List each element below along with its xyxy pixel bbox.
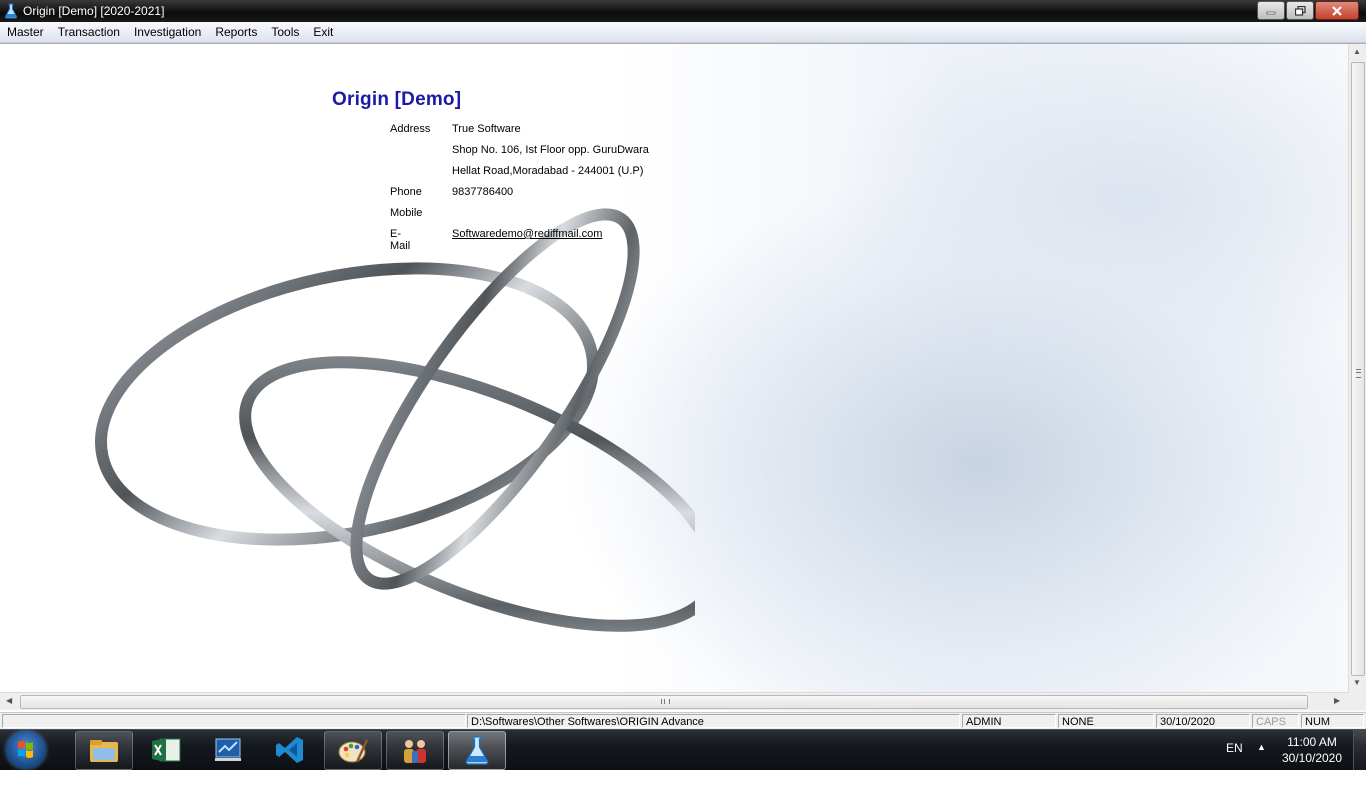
paint-icon	[338, 738, 369, 763]
menu-master[interactable]: Master	[0, 25, 51, 39]
status-caps: CAPS	[1252, 714, 1299, 728]
email-label: E-Mail	[390, 228, 411, 252]
taskbar: EN ▲ 11:00 AM 30/10/2020	[0, 729, 1366, 770]
vscode-icon	[276, 736, 303, 763]
menu-investigation[interactable]: Investigation	[127, 25, 208, 39]
status-date: 30/10/2020	[1156, 714, 1250, 728]
address-line-2: Shop No. 106, Ist Floor opp. GuruDwara	[452, 144, 649, 156]
monitor-app-icon	[215, 738, 241, 761]
mobile-label: Mobile	[390, 207, 423, 219]
title-bar[interactable]: Origin [Demo] [2020-2021]	[0, 0, 1366, 22]
menu-bar: Master Transaction Investigation Reports…	[0, 22, 1366, 43]
taskbar-monitor-app[interactable]	[200, 731, 256, 768]
taskbar-users-app[interactable]	[386, 731, 444, 770]
show-desktop-button[interactable]	[1353, 730, 1366, 770]
vertical-grip-icon	[1356, 369, 1361, 378]
status-num: NUM	[1301, 714, 1364, 728]
windows-logo-icon	[18, 740, 33, 759]
restore-button[interactable]	[1286, 1, 1314, 20]
scroll-up-arrow-icon[interactable]: ▲	[1353, 47, 1361, 56]
show-hidden-icons-icon[interactable]: ▲	[1257, 742, 1266, 752]
close-icon	[1332, 5, 1342, 16]
taskbar-paint[interactable]	[324, 731, 382, 770]
vertical-scrollbar[interactable]: ▲ ▼	[1348, 44, 1366, 692]
main-canvas: Origin [Demo] Address True Software Shop…	[0, 43, 1366, 713]
horizontal-scrollbar[interactable]: ◀ ▶	[0, 692, 1349, 710]
scroll-left-arrow-icon[interactable]: ◀	[6, 696, 12, 705]
horizontal-grip-icon	[661, 699, 670, 704]
bottom-blank-strip	[0, 770, 1366, 795]
status-panel-empty	[2, 714, 466, 728]
clock-date: 30/10/2020	[1281, 751, 1343, 765]
company-name: Origin [Demo]	[332, 89, 462, 110]
status-bar: D:\Softwares\Other Softwares\ORIGIN Adva…	[0, 712, 1366, 730]
clock-time: 11:00 AM	[1287, 735, 1337, 749]
rings-logo-graphic	[95, 208, 695, 632]
horizontal-scroll-thumb[interactable]	[20, 695, 1308, 709]
scrollbar-corner	[1349, 692, 1366, 710]
start-button[interactable]	[6, 731, 46, 769]
flask-icon	[4, 3, 18, 19]
minimize-button[interactable]	[1257, 1, 1285, 20]
phone-label: Phone	[390, 186, 422, 198]
flask-app-icon	[465, 735, 489, 765]
menu-tools[interactable]: Tools	[264, 25, 306, 39]
email-link[interactable]: Softwaredemo@rediffmail.com	[452, 228, 602, 240]
menu-transaction[interactable]: Transaction	[51, 25, 127, 39]
address-label: Address	[390, 123, 431, 135]
minimize-icon	[1266, 11, 1276, 14]
scroll-down-arrow-icon[interactable]: ▼	[1353, 678, 1361, 687]
taskbar-vscode[interactable]	[262, 731, 318, 768]
restore-icon	[1294, 5, 1306, 16]
status-mode: NONE	[1058, 714, 1154, 728]
status-path: D:\Softwares\Other Softwares\ORIGIN Adva…	[467, 714, 960, 728]
users-app-icon	[404, 739, 426, 763]
close-button[interactable]	[1315, 1, 1359, 20]
taskbar-origin-app[interactable]	[448, 731, 506, 770]
menu-reports[interactable]: Reports	[208, 25, 264, 39]
address-line-1: True Software	[452, 123, 521, 135]
phone-value: 9837786400	[452, 186, 514, 198]
address-line-3: Hellat Road,Moradabad - 244001 (U.P)	[452, 165, 644, 177]
taskbar-excel[interactable]	[138, 731, 194, 768]
scroll-right-arrow-icon[interactable]: ▶	[1334, 696, 1340, 705]
window-title: Origin [Demo] [2020-2021]	[23, 4, 165, 18]
language-indicator[interactable]: EN	[1226, 741, 1243, 755]
taskbar-file-explorer[interactable]	[75, 731, 133, 770]
excel-icon	[152, 737, 181, 762]
vertical-scroll-thumb[interactable]	[1351, 62, 1365, 676]
menu-exit[interactable]: Exit	[306, 25, 340, 39]
window-controls	[1256, 1, 1359, 20]
file-explorer-icon	[90, 739, 118, 762]
system-clock[interactable]: 11:00 AM 30/10/2020	[1272, 734, 1352, 766]
status-user: ADMIN	[962, 714, 1056, 728]
